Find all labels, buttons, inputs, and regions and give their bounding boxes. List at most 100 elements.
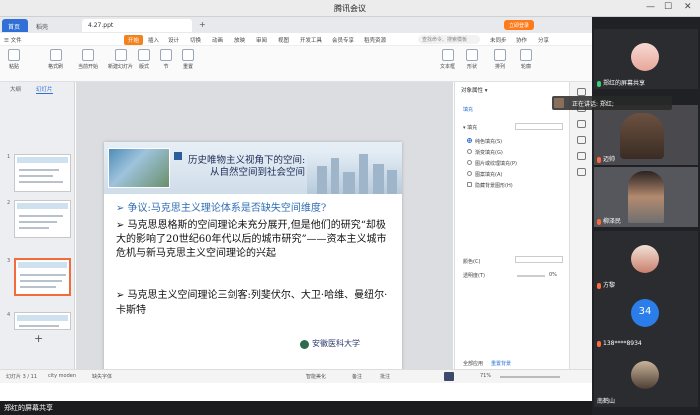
participant-name: 迈帅: [597, 154, 615, 163]
section-icon: [160, 49, 172, 61]
reset-button[interactable]: 重置: [182, 49, 194, 70]
participant-tile[interactable]: 柳泽民: [594, 167, 698, 227]
share-button[interactable]: 分享: [538, 36, 549, 44]
menu-member[interactable]: 会员专享: [332, 36, 354, 44]
radio-gradient-fill[interactable]: [467, 149, 472, 154]
menu-daoke-resources[interactable]: 稻壳资源: [364, 36, 386, 44]
start-current-button[interactable]: 当前开始: [78, 49, 98, 70]
menu-design[interactable]: 设计: [168, 36, 179, 44]
menu-animation[interactable]: 动画: [212, 36, 223, 44]
menu-file[interactable]: ☰ 文件: [4, 36, 22, 44]
title-marker-icon: [174, 152, 182, 160]
add-slide-button[interactable]: +: [34, 332, 43, 345]
share-label: 郑红的屏幕共享: [4, 404, 53, 412]
properties-title[interactable]: 对象属性 ▾: [461, 86, 488, 94]
tab-slides[interactable]: 幻灯片: [36, 85, 53, 94]
close-button[interactable]: ✕: [684, 2, 692, 12]
slide-number: 3: [7, 258, 11, 264]
slide-point-2: ➢ 马克思恩格斯的空间理论未充分展开,但是他们的研究“却极大的影响了20世纪60…: [116, 220, 387, 259]
participant-tile[interactable]: 方黎: [594, 231, 698, 291]
paste-button[interactable]: 粘贴: [8, 49, 20, 70]
zoom-slider[interactable]: [500, 376, 560, 378]
play-slideshow-icon[interactable]: [444, 372, 454, 381]
zoom-level[interactable]: 71%: [480, 373, 491, 379]
maximize-button[interactable]: ☐: [664, 2, 672, 12]
participant-name: 方黎: [597, 280, 615, 289]
option-solid-fill: 纯色填充(S): [475, 139, 503, 145]
format-painter-button[interactable]: 格式刷: [48, 49, 63, 70]
avatar: [631, 361, 659, 389]
menu-slideshow[interactable]: 放映: [234, 36, 245, 44]
shape-button[interactable]: 形状: [466, 49, 478, 70]
menu-transition[interactable]: 切换: [190, 36, 201, 44]
slide-thumbnail[interactable]: [14, 312, 71, 330]
participant-name: 南鹤山: [597, 398, 616, 405]
minimize-button[interactable]: —: [646, 2, 655, 12]
new-slide-button[interactable]: 新建幻灯片: [108, 49, 133, 70]
settings-icon[interactable]: [577, 168, 586, 176]
tab-fill[interactable]: 填充: [463, 106, 473, 113]
slide-thumbnail[interactable]: [14, 154, 71, 192]
menu-insert[interactable]: 插入: [148, 36, 159, 44]
smart-beautify-button[interactable]: 智能美化: [306, 373, 326, 380]
slide-number: 1: [7, 154, 11, 160]
arrange-icon: [494, 49, 506, 61]
menu-view[interactable]: 视图: [278, 36, 289, 44]
fill-dropdown[interactable]: [515, 123, 563, 130]
theme-name: city moden: [48, 373, 76, 379]
color-picker[interactable]: [515, 256, 563, 263]
menu-devtools[interactable]: 开发工具: [300, 36, 322, 44]
color-label: 颜色(C): [463, 259, 481, 265]
animation-icon[interactable]: [577, 120, 586, 128]
participants-panel: 郑红的屏幕共享 迈帅 柳泽民 方黎 34 138****8934 南鹤山: [592, 17, 700, 415]
participant-tile[interactable]: 郑红的屏幕共享: [594, 29, 698, 89]
participant-tile[interactable]: 迈帅: [594, 105, 698, 165]
transparency-value[interactable]: 0%: [549, 272, 557, 278]
textbox-button[interactable]: 文本框: [440, 49, 455, 70]
menu-start[interactable]: 开始: [124, 35, 144, 45]
properties-icon[interactable]: [577, 88, 586, 96]
option-picture-fill: 图片或纹理填充(P): [475, 161, 517, 167]
radio-solid-fill[interactable]: [467, 138, 472, 143]
slide-thumbnail[interactable]: [14, 200, 71, 238]
shared-screen: 首页 稻壳 4.27.ppt + 立即登录 ☰ 文件 开始 插入 设计 切换 动…: [0, 17, 592, 401]
radio-picture-fill[interactable]: [467, 160, 472, 165]
outline-button[interactable]: 轮廓: [520, 49, 532, 70]
video-feed: [628, 171, 664, 223]
notes-button[interactable]: 备注: [352, 373, 362, 380]
transparency-slider[interactable]: [517, 275, 545, 277]
slide-thumbnail-selected[interactable]: [14, 258, 71, 296]
backup-icon[interactable]: [577, 152, 586, 160]
arrange-button[interactable]: 排列: [494, 49, 506, 70]
tab-daoke[interactable]: 稻壳: [30, 19, 80, 32]
select-icon[interactable]: [577, 136, 586, 144]
checkbox-hide-background[interactable]: [467, 182, 472, 187]
avatar: [631, 43, 659, 71]
slide-point-1: ➢ 争议:马克思主义理论体系是否缺失空间维度?: [116, 203, 327, 214]
participant-tile[interactable]: 34 138****8934: [594, 289, 698, 349]
seal-icon: [300, 339, 309, 349]
login-button[interactable]: 立即登录: [504, 20, 534, 30]
reset-background-button[interactable]: 重置背景: [491, 360, 511, 367]
participant-tile[interactable]: 南鹤山: [594, 347, 698, 407]
tab-document[interactable]: 4.27.ppt: [82, 19, 192, 32]
tab-outline[interactable]: 大纲: [10, 85, 21, 93]
command-search[interactable]: 查找命令、搜索模板: [418, 35, 480, 44]
comment-button[interactable]: 批注: [380, 373, 390, 380]
fill-section-header[interactable]: ▾ 填充: [463, 124, 477, 131]
collaborate-button[interactable]: 协作: [516, 36, 527, 44]
menu-review[interactable]: 审阅: [256, 36, 267, 44]
city-skyline-image: [307, 150, 402, 194]
tab-home[interactable]: 首页: [2, 19, 28, 32]
sync-status[interactable]: 未同步: [490, 36, 507, 44]
section-button[interactable]: 节: [160, 49, 172, 70]
participant-name: 郑红的屏幕共享: [597, 78, 645, 87]
radio-pattern-fill[interactable]: [467, 171, 472, 176]
apply-all-button[interactable]: 全部应用: [463, 360, 483, 367]
current-slide[interactable]: 历史唯物主义视角下的空间: 从自然空间到社会空间 ➢ 争议:马克思主义理论体系是…: [104, 142, 402, 374]
new-tab-button[interactable]: +: [196, 19, 210, 32]
missing-fonts-button[interactable]: 缺失字体: [92, 373, 112, 380]
side-tool-strip: [569, 82, 592, 369]
layout-button[interactable]: 版式: [138, 49, 150, 70]
speaker-avatar: [554, 98, 564, 108]
